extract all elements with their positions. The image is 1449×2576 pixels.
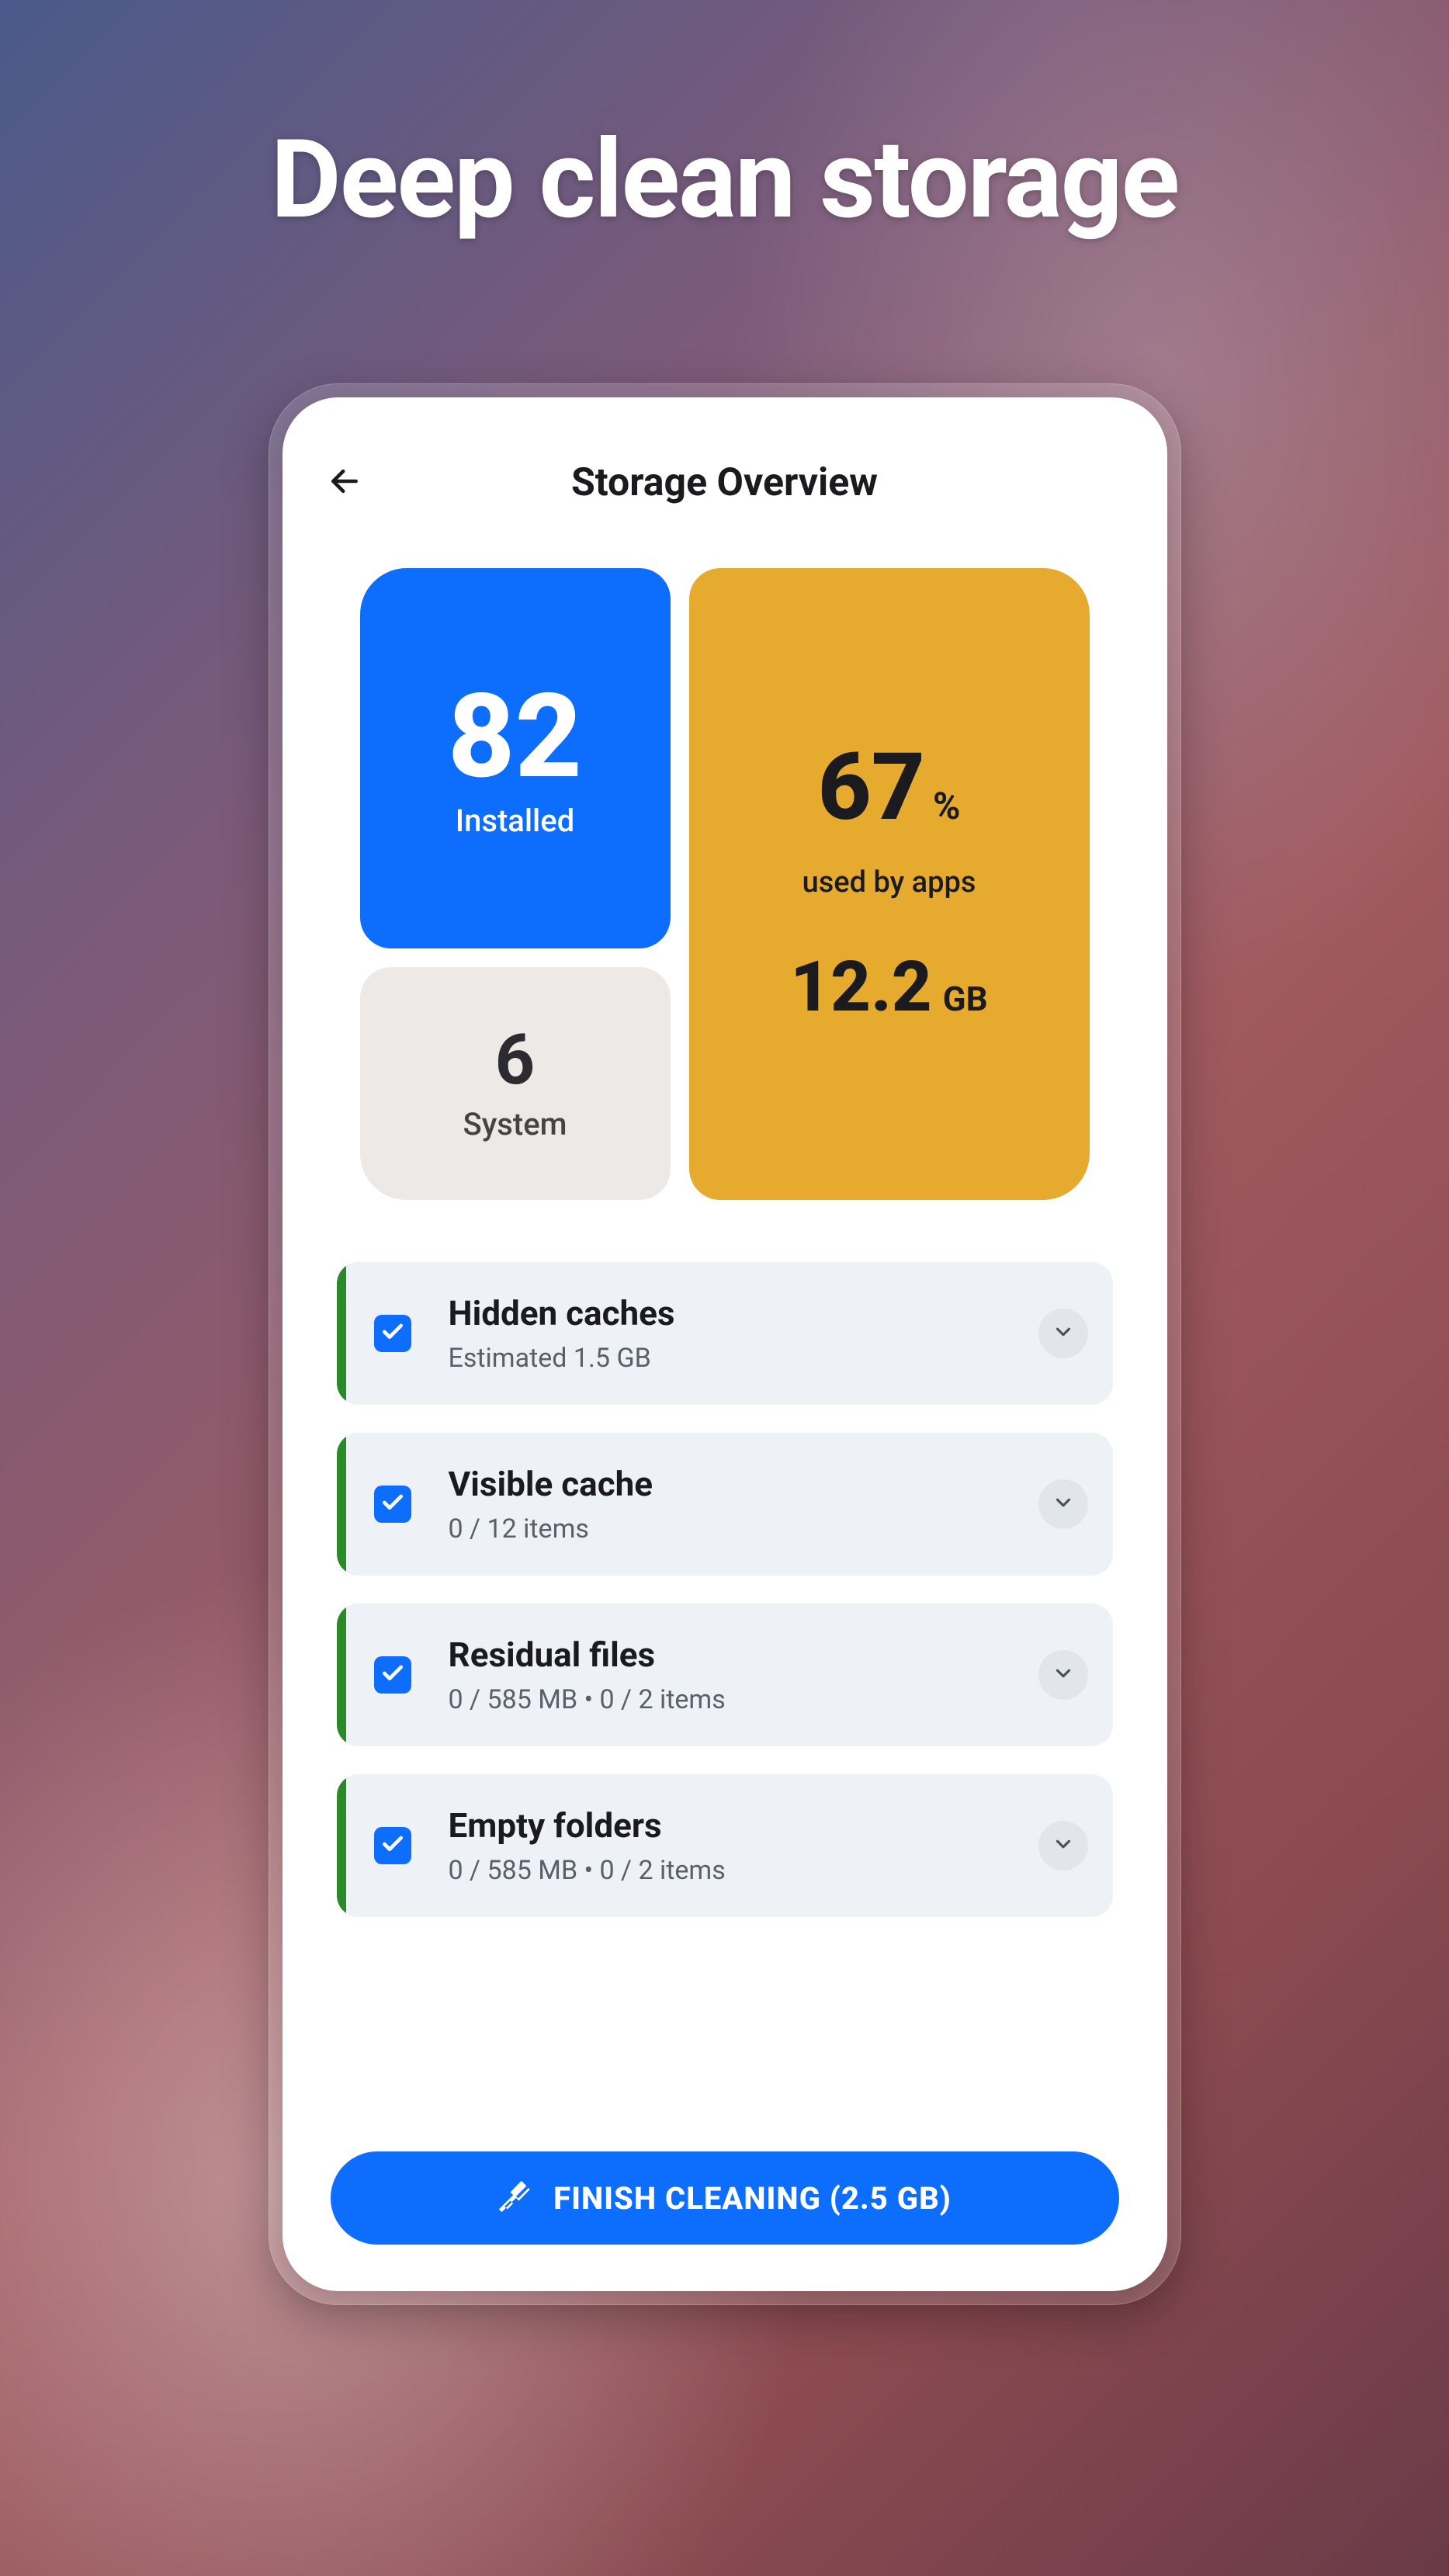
finish-cleaning-label: FINISH CLEANING (2.5 GB) <box>553 2180 952 2217</box>
list-item[interactable]: Visible cache 0 / 12 items <box>337 1433 1113 1576</box>
list-item[interactable]: Residual files 0 / 585 MB • 0 / 2 items <box>337 1603 1113 1746</box>
checkbox[interactable] <box>374 1827 411 1864</box>
check-icon <box>380 1832 405 1860</box>
list-item-title: Empty folders <box>449 1805 1038 1846</box>
card-usage[interactable]: 67 % used by apps 12.2 GB <box>689 568 1090 1200</box>
chevron-down-icon <box>1052 1491 1075 1517</box>
list-item[interactable]: Empty folders 0 / 585 MB • 0 / 2 items <box>337 1774 1113 1917</box>
list-item-title: Visible cache <box>449 1464 1038 1504</box>
check-icon <box>380 1490 405 1518</box>
cleanup-list: Hidden caches Estimated 1.5 GB Visible c… <box>321 1262 1128 1917</box>
phone-frame: Storage Overview 82 Installed 6 System 6… <box>269 383 1181 2305</box>
check-icon <box>380 1661 405 1689</box>
header: Storage Overview <box>321 452 1128 514</box>
stats-left-column: 82 Installed 6 System <box>360 568 671 1200</box>
expand-button[interactable] <box>1038 1650 1088 1700</box>
expand-button[interactable] <box>1038 1821 1088 1870</box>
list-item-text: Residual files 0 / 585 MB • 0 / 2 items <box>449 1635 1038 1715</box>
stats-grid: 82 Installed 6 System 67 % used by apps … <box>321 568 1128 1200</box>
checkbox[interactable] <box>374 1315 411 1352</box>
checkbox[interactable] <box>374 1486 411 1523</box>
card-system[interactable]: 6 System <box>360 967 671 1200</box>
check-icon <box>380 1319 405 1347</box>
back-button[interactable] <box>321 459 368 506</box>
usage-percent-sign: % <box>933 784 960 828</box>
system-label: System <box>463 1106 567 1142</box>
list-item-subtitle: 0 / 585 MB • 0 / 2 items <box>449 1684 1038 1715</box>
chevron-down-icon <box>1052 1662 1075 1688</box>
usage-size-row: 12.2 GB <box>790 946 987 1028</box>
system-count: 6 <box>495 1025 536 1095</box>
usage-percent-row: 67 % <box>818 741 961 834</box>
finish-cleaning-button[interactable]: FINISH CLEANING (2.5 GB) <box>331 2151 1119 2245</box>
usage-size-unit: GB <box>943 979 988 1019</box>
list-item-subtitle: 0 / 12 items <box>449 1513 1038 1545</box>
list-item[interactable]: Hidden caches Estimated 1.5 GB <box>337 1262 1113 1405</box>
list-item-text: Visible cache 0 / 12 items <box>449 1464 1038 1545</box>
arrow-left-icon <box>328 464 362 501</box>
broom-icon <box>497 2179 532 2217</box>
installed-label: Installed <box>456 803 574 839</box>
list-item-subtitle: Estimated 1.5 GB <box>449 1343 1038 1374</box>
chevron-down-icon <box>1052 1320 1075 1347</box>
list-item-text: Hidden caches Estimated 1.5 GB <box>449 1293 1038 1374</box>
list-item-text: Empty folders 0 / 585 MB • 0 / 2 items <box>449 1805 1038 1886</box>
usage-percent: 67 <box>818 741 925 834</box>
spacer <box>321 1917 1128 2151</box>
usage-label: used by apps <box>802 865 976 900</box>
checkbox[interactable] <box>374 1656 411 1694</box>
expand-button[interactable] <box>1038 1309 1088 1358</box>
list-item-title: Hidden caches <box>449 1293 1038 1333</box>
installed-count: 82 <box>448 678 582 795</box>
card-installed[interactable]: 82 Installed <box>360 568 671 948</box>
expand-button[interactable] <box>1038 1479 1088 1529</box>
phone-screen: Storage Overview 82 Installed 6 System 6… <box>283 397 1167 2291</box>
page-title: Deep clean storage <box>271 116 1179 244</box>
list-item-subtitle: 0 / 585 MB • 0 / 2 items <box>449 1855 1038 1886</box>
usage-size-value: 12.2 <box>790 946 931 1028</box>
chevron-down-icon <box>1052 1832 1075 1859</box>
screen-title: Storage Overview <box>571 460 878 505</box>
list-item-title: Residual files <box>449 1635 1038 1675</box>
